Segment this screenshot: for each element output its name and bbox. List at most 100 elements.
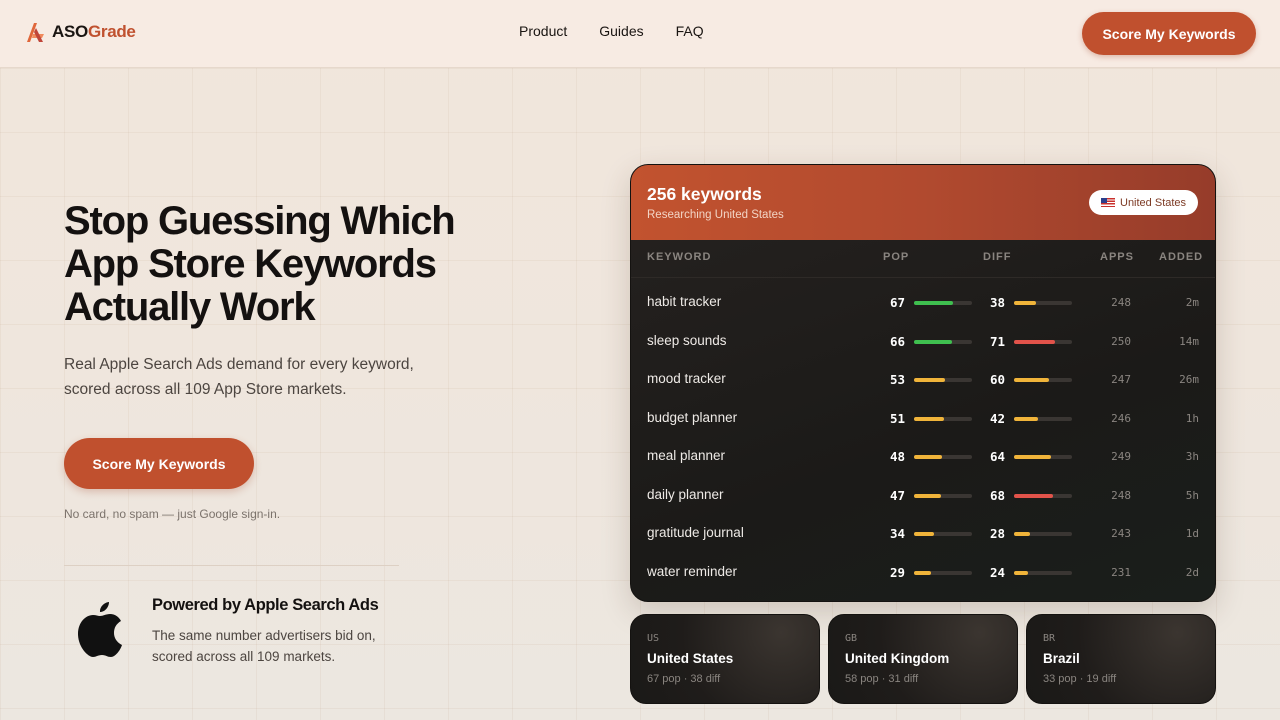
added-value: 2m [1185, 296, 1199, 309]
column-header-apps[interactable]: APPS [1100, 251, 1134, 263]
logo-text: ASOGrade [52, 22, 136, 41]
column-header-diff[interactable]: DIFF [983, 251, 1011, 263]
added-value: 26m [1179, 373, 1199, 386]
table-row[interactable]: habit tracker 67 38 248 2m [631, 288, 1215, 318]
powered-by-subtitle: The same number advertisers bid on, scor… [152, 628, 376, 664]
market-name: United Kingdom [845, 651, 950, 666]
apps-value: 250 [1111, 335, 1131, 348]
column-header-added[interactable]: ADDED [1159, 251, 1203, 263]
column-header-pop[interactable]: POP [883, 251, 909, 263]
top-nav: ASOGrade Product Guides FAQ Score My Key… [0, 0, 1280, 68]
added-value: 5h [1185, 489, 1199, 502]
apps-value: 249 [1111, 450, 1131, 463]
hero-score-keywords-button[interactable]: Score My Keywords [64, 438, 254, 489]
diff-bar-fill [1014, 301, 1037, 305]
table-row[interactable]: budget planner 51 42 246 1h [631, 404, 1215, 434]
apps-value: 246 [1111, 412, 1131, 425]
market-code: GB [845, 633, 858, 644]
table-row[interactable]: water reminder 29 24 231 2d [631, 558, 1215, 588]
country-selector[interactable]: United States [1089, 190, 1199, 215]
pop-value: 51 [889, 411, 905, 426]
nav-link-faq[interactable]: FAQ [676, 23, 704, 39]
diff-bar [1014, 378, 1072, 382]
pop-bar-fill [914, 378, 945, 382]
hero-subtitle: Real Apple Search Ads demand for every k… [64, 356, 414, 398]
table-row[interactable]: meal planner 48 64 249 3h [631, 442, 1215, 472]
diff-bar [1014, 532, 1072, 536]
pop-value: 29 [889, 565, 905, 580]
logo[interactable]: ASOGrade [24, 20, 136, 44]
keyword-text: water reminder [647, 564, 738, 579]
keyword-text: budget planner [647, 410, 738, 425]
pop-bar [914, 301, 972, 305]
nav-link-guides[interactable]: Guides [599, 23, 643, 39]
keyword-text: daily planner [647, 487, 724, 502]
added-value: 1h [1185, 412, 1199, 425]
header-divider [631, 277, 1215, 278]
diff-value: 28 [989, 526, 1005, 541]
hero-note: No card, no spam — just Google sign-in. [64, 507, 281, 521]
nav-links: Product Guides FAQ [519, 23, 704, 39]
pop-bar-fill [914, 455, 942, 459]
keyword-table-card: 256 keywords Researching United States U… [630, 164, 1216, 602]
pop-value: 34 [889, 526, 905, 541]
pop-bar-fill [914, 532, 934, 536]
column-header-keyword[interactable]: KEYWORD [647, 251, 711, 263]
diff-value: 38 [989, 295, 1005, 310]
pop-bar-fill [914, 301, 953, 305]
diff-value: 42 [989, 411, 1005, 426]
hero-title: Stop Guessing Which App Store Keywords A… [64, 199, 456, 329]
keyword-count: 256 keywords [647, 184, 762, 204]
apps-value: 247 [1111, 373, 1131, 386]
nav-link-product[interactable]: Product [519, 23, 567, 39]
apple-logo-icon [78, 602, 122, 657]
logo-mark-icon [27, 23, 44, 42]
nav-score-keywords-button[interactable]: Score My Keywords [1082, 12, 1256, 55]
diff-value: 60 [989, 372, 1005, 387]
diff-bar-fill [1014, 494, 1054, 498]
powered-by-title: Powered by Apple Search Ads [152, 596, 379, 614]
diff-value: 71 [989, 334, 1005, 349]
pop-bar [914, 532, 972, 536]
added-value: 1d [1185, 527, 1199, 540]
table-row[interactable]: sleep sounds 66 71 250 14m [631, 327, 1215, 357]
pop-value: 67 [889, 295, 905, 310]
table-row[interactable]: daily planner 47 68 248 5h [631, 481, 1215, 511]
market-name: United States [647, 651, 734, 666]
keyword-text: gratitude journal [647, 525, 744, 540]
market-stats: 67 pop · 38 diff [647, 673, 721, 685]
added-value: 2d [1185, 566, 1199, 579]
keyword-text: mood tracker [647, 371, 726, 386]
added-value: 14m [1179, 335, 1199, 348]
diff-value: 24 [989, 565, 1005, 580]
keyword-text: sleep sounds [647, 333, 727, 348]
researching-label: Researching United States [647, 209, 784, 221]
apps-value: 248 [1111, 296, 1131, 309]
added-value: 3h [1185, 450, 1199, 463]
apps-value: 231 [1111, 566, 1131, 579]
us-flag-icon [1101, 198, 1115, 207]
divider [64, 565, 399, 566]
table-row[interactable]: gratitude journal 34 28 243 1d [631, 519, 1215, 549]
diff-bar [1014, 340, 1072, 344]
diff-bar [1014, 494, 1072, 498]
pop-value: 48 [889, 449, 905, 464]
diff-value: 64 [989, 449, 1005, 464]
market-card[interactable]: GB United Kingdom 58 pop · 31 diff [828, 614, 1018, 704]
pop-bar-fill [914, 494, 942, 498]
pop-bar-fill [914, 417, 944, 421]
pop-bar [914, 455, 972, 459]
apps-value: 243 [1111, 527, 1131, 540]
market-code: BR [1043, 633, 1056, 644]
market-name: Brazil [1043, 651, 1080, 666]
market-code: US [647, 633, 660, 644]
apps-value: 248 [1111, 489, 1131, 502]
keyword-text: meal planner [647, 448, 726, 463]
market-card[interactable]: BR Brazil 33 pop · 19 diff [1026, 614, 1216, 704]
diff-bar-fill [1014, 340, 1056, 344]
pop-bar-fill [914, 340, 953, 344]
diff-bar-fill [1014, 378, 1049, 382]
market-card[interactable]: US United States 67 pop · 38 diff [630, 614, 820, 704]
country-selector-label: United States [1120, 196, 1187, 209]
table-row[interactable]: mood tracker 53 60 247 26m [631, 365, 1215, 395]
